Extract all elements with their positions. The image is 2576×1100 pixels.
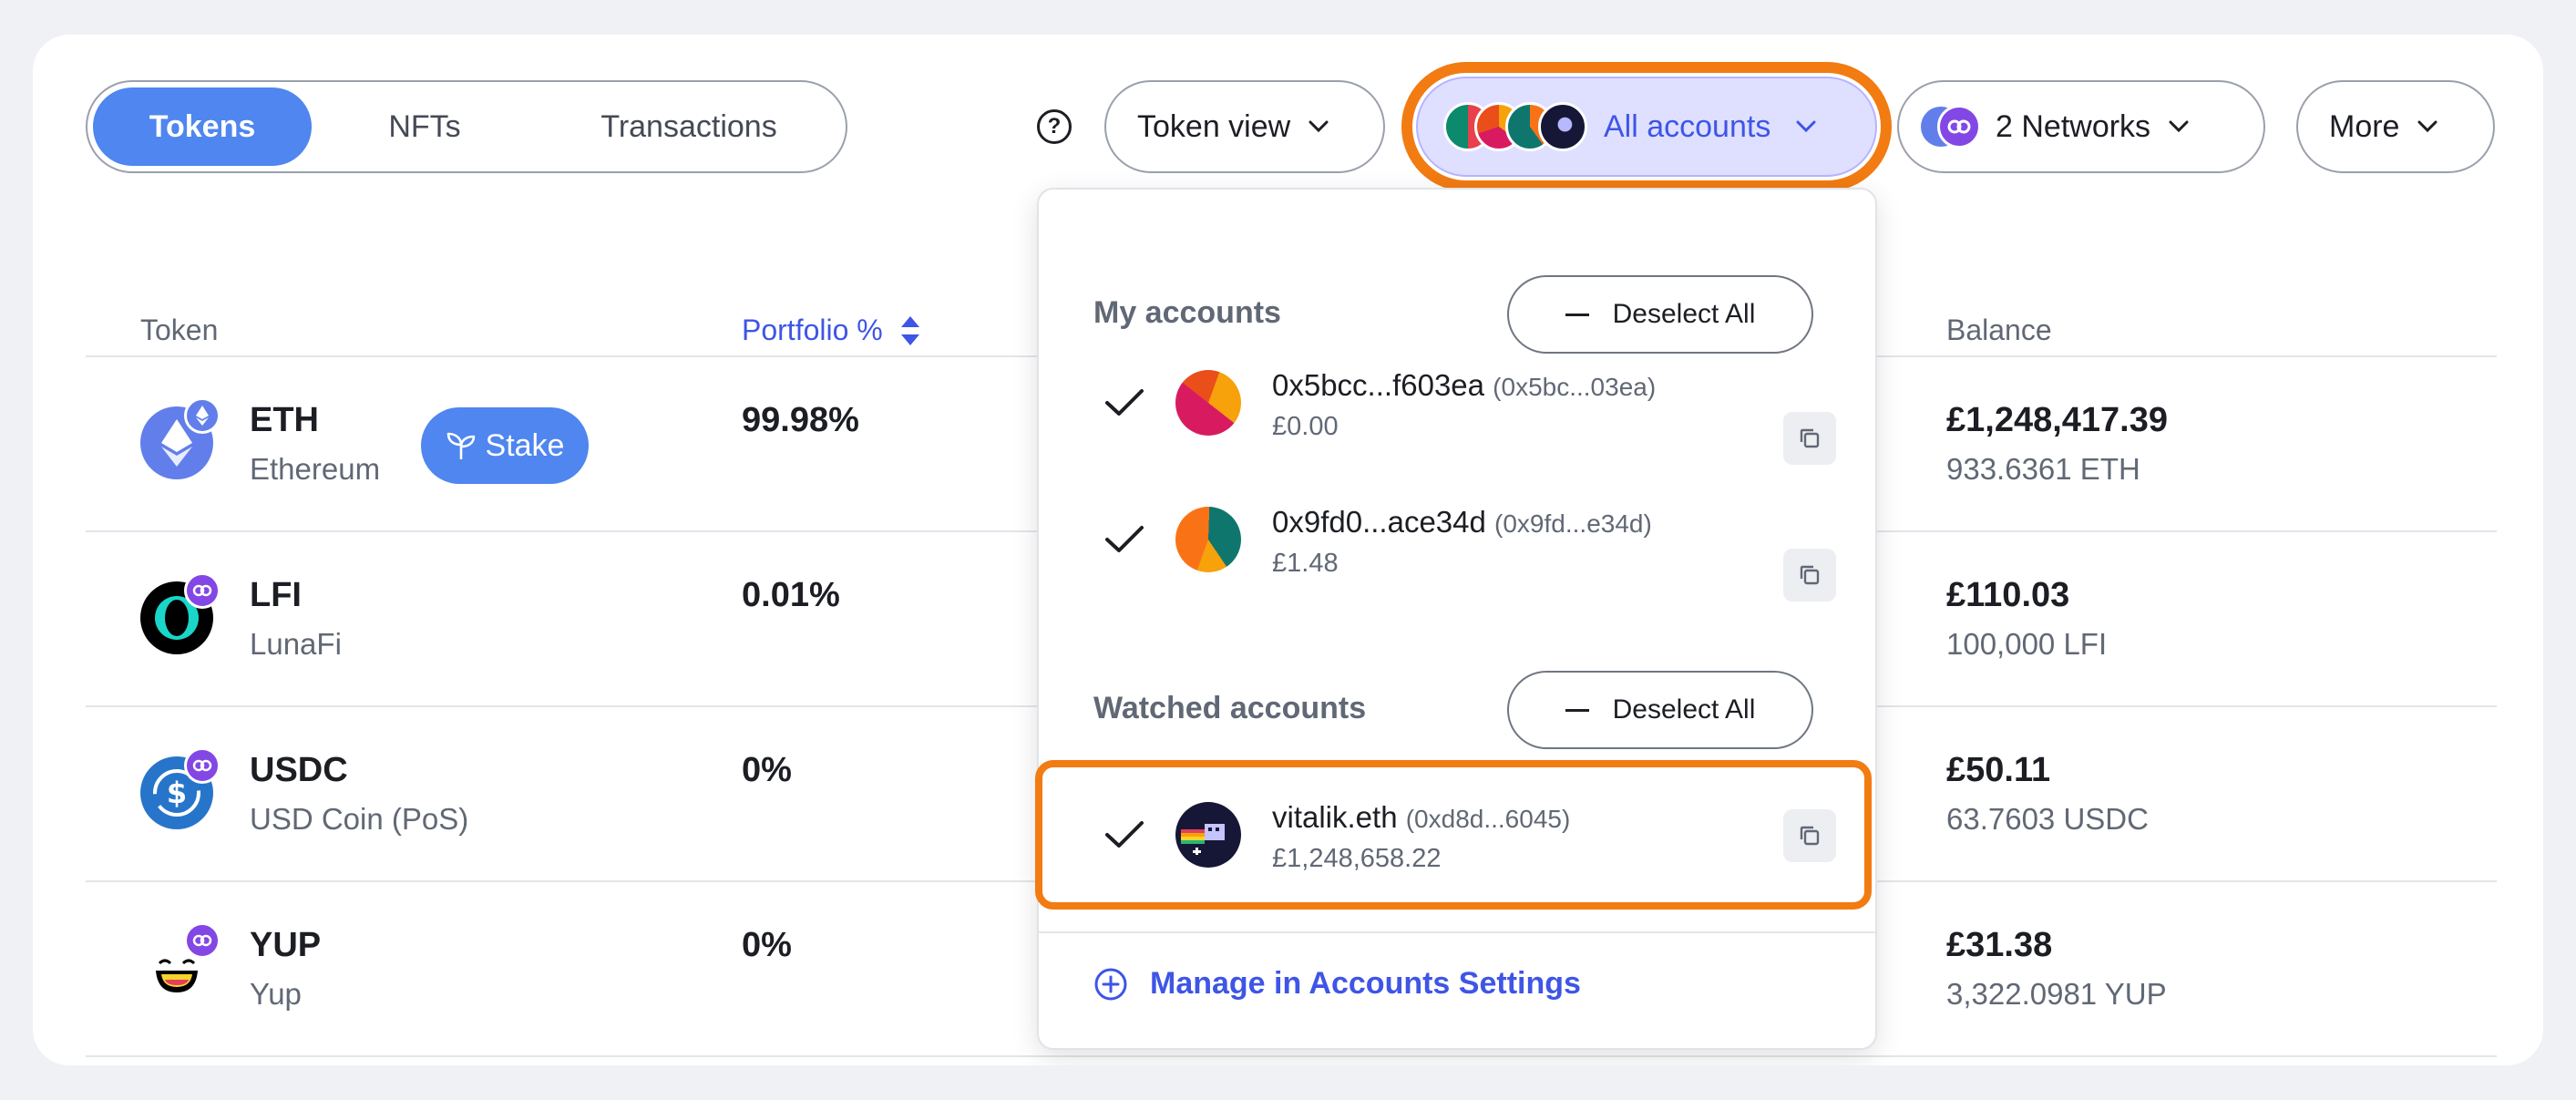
balance-value: £50.11 [1946,751,2051,789]
token-view-label: Token view [1137,108,1291,144]
tab-transactions[interactable]: Transactions [580,87,798,166]
divider [1039,931,1875,933]
portfolio-value: 99.98% [742,401,859,439]
chevron-down-icon [2417,120,2437,133]
balance-value: £110.03 [1946,576,2070,614]
deselect-label: Deselect All [1612,694,1756,725]
minus-icon [1565,313,1589,316]
copy-address-button[interactable] [1783,549,1836,601]
accounts-dropdown: My accounts Deselect All 0x5bcc...f603ea… [1035,188,1877,1050]
ethereum-network-badge-icon [184,397,221,434]
balance-value: £31.38 [1946,926,2053,964]
svg-text:$: $ [167,776,187,810]
copy-address-button[interactable] [1783,809,1836,862]
token-symbol: USDC [250,751,348,789]
token-amount: 933.6361 ETH [1946,452,2140,486]
token-symbol: ETH [250,401,319,439]
my-accounts-title: My accounts [1093,295,1281,330]
watched-account-highlight [1035,760,1872,910]
account-balance: £1.48 [1272,549,1339,578]
deselect-label: Deselect All [1612,299,1756,329]
header-balance: Balance [1946,314,2052,346]
avatar [1175,802,1241,868]
portfolio-value: 0% [742,926,792,964]
networks-button[interactable]: 2 Networks [1897,80,2265,173]
divider [86,1055,2497,1057]
check-icon[interactable] [1104,525,1144,554]
account-name-line: 0x5bcc...f603ea (0x5bc...03ea) [1272,368,1656,403]
view-tabs: Tokens NFTs Transactions [86,80,847,173]
polygon-badge-icon [184,747,221,784]
polygon-badge-icon [184,922,221,959]
more-label: More [2329,108,2400,144]
account-short-address: (0xd8d...6045) [1405,805,1571,833]
network-icons [1921,105,1981,149]
chevron-down-icon [1796,120,1816,133]
copy-icon [1800,428,1820,448]
copy-address-button[interactable] [1783,412,1836,465]
avatar [1538,102,1587,151]
stake-label: Stake [485,427,565,463]
copy-icon [1800,826,1820,846]
account-short-address: (0x5bc...03ea) [1493,373,1657,401]
account-short-address: (0x9fd...e34d) [1494,509,1652,538]
copy-icon [1800,565,1820,585]
account-name: 0x9fd0...ace34d [1272,505,1486,539]
tab-nfts[interactable]: NFTs [361,87,488,166]
networks-label: 2 Networks [1996,108,2151,144]
header-token: Token [140,314,219,346]
token-symbol: YUP [250,926,322,964]
polygon-icon [1937,105,1981,149]
token-name: USD Coin (PoS) [250,802,469,836]
watched-accounts-title: Watched accounts [1093,691,1367,725]
token-name: LunaFi [250,627,342,661]
account-name-line: vitalik.eth (0xd8d...6045) [1272,800,1570,835]
all-accounts-button[interactable]: All accounts [1416,77,1877,177]
portfolio-value: 0.01% [742,576,840,614]
token-view-button[interactable]: Token view [1104,80,1385,173]
chevron-down-icon [2169,120,2189,133]
account-balance: £1,248,658.22 [1272,844,1442,873]
sprout-icon [446,432,475,459]
check-icon[interactable] [1104,388,1144,417]
token-name: Yup [250,977,302,1011]
manage-accounts-link[interactable]: Manage in Accounts Settings [1093,966,1581,1002]
balance-value: £1,248,417.39 [1946,401,2169,439]
account-name: 0x5bcc...f603ea [1272,368,1484,402]
token-name: Ethereum [250,452,381,486]
sort-icon [900,315,919,345]
manage-accounts-label: Manage in Accounts Settings [1150,966,1581,1001]
token-symbol: LFI [250,576,302,614]
account-avatar-stack [1443,102,1587,151]
tab-tokens[interactable]: Tokens [93,87,312,166]
token-amount: 63.7603 USDC [1946,802,2149,836]
minus-icon [1565,708,1589,712]
deselect-all-watched-button[interactable]: Deselect All [1507,671,1813,749]
all-accounts-label: All accounts [1604,108,1771,144]
chevron-down-icon [1309,120,1329,133]
plus-circle-icon [1094,968,1127,1000]
polygon-badge-icon [184,572,221,609]
account-name-line: 0x9fd0...ace34d (0x9fd...e34d) [1272,505,1652,540]
header-portfolio-label: Portfolio % [742,314,883,346]
account-balance: £0.00 [1272,412,1339,441]
token-amount: 100,000 LFI [1946,627,2108,661]
avatar [1175,507,1241,572]
token-amount: 3,322.0981 YUP [1946,977,2167,1011]
stake-button[interactable]: Stake [421,407,589,484]
avatar [1175,370,1241,436]
help-icon[interactable]: ? [1037,109,1072,144]
deselect-all-my-button[interactable]: Deselect All [1507,275,1813,354]
more-button[interactable]: More [2296,80,2495,173]
portfolio-value: 0% [742,751,792,789]
portfolio-card: Tokens NFTs Transactions ? Token view Al… [33,35,2543,1065]
account-name: vitalik.eth [1272,800,1398,834]
header-portfolio[interactable]: Portfolio % [742,314,921,347]
check-icon[interactable] [1104,820,1144,849]
